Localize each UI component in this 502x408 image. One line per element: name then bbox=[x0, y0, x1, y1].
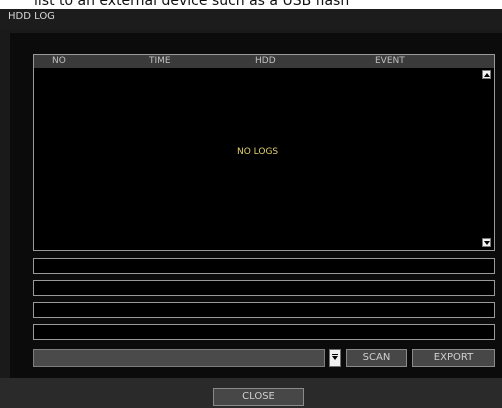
column-header-hdd: HDD bbox=[255, 56, 276, 66]
column-header-no: NO bbox=[52, 56, 66, 66]
empty-log-message: NO LOGS bbox=[237, 147, 279, 157]
close-button[interactable]: CLOSE bbox=[213, 388, 304, 406]
log-detail-field-3 bbox=[33, 302, 495, 318]
up-arrow-shape bbox=[484, 73, 490, 77]
dropdown-glyph-triangle bbox=[332, 356, 338, 360]
export-button[interactable]: EXPORT bbox=[412, 349, 495, 367]
scroll-down-arrow-icon[interactable] bbox=[482, 238, 491, 247]
dropdown-glyph-bar bbox=[332, 354, 338, 355]
scroll-up-arrow-icon[interactable] bbox=[482, 70, 491, 79]
log-detail-field-2 bbox=[33, 280, 495, 296]
page-caption: list to an external device such as a USB… bbox=[0, 0, 502, 9]
title-bar: HDD LOG bbox=[0, 9, 502, 29]
down-arrow-shape bbox=[484, 241, 490, 245]
window-title: HDD LOG bbox=[8, 11, 55, 22]
log-detail-field-4 bbox=[33, 324, 495, 340]
export-device-select[interactable] bbox=[33, 349, 325, 367]
column-header-time: TIME bbox=[149, 56, 171, 66]
dropdown-glyph bbox=[332, 354, 338, 362]
dropdown-arrow-icon[interactable] bbox=[329, 349, 341, 367]
scan-button[interactable]: SCAN bbox=[346, 349, 407, 367]
page-caption-text: list to an external device such as a USB… bbox=[34, 0, 350, 9]
log-detail-field-1 bbox=[33, 258, 495, 274]
hdd-log-table[interactable]: NO TIME HDD EVENT NO LOGS bbox=[33, 54, 495, 251]
table-header: NO TIME HDD EVENT bbox=[34, 55, 494, 68]
column-header-event: EVENT bbox=[375, 56, 405, 66]
